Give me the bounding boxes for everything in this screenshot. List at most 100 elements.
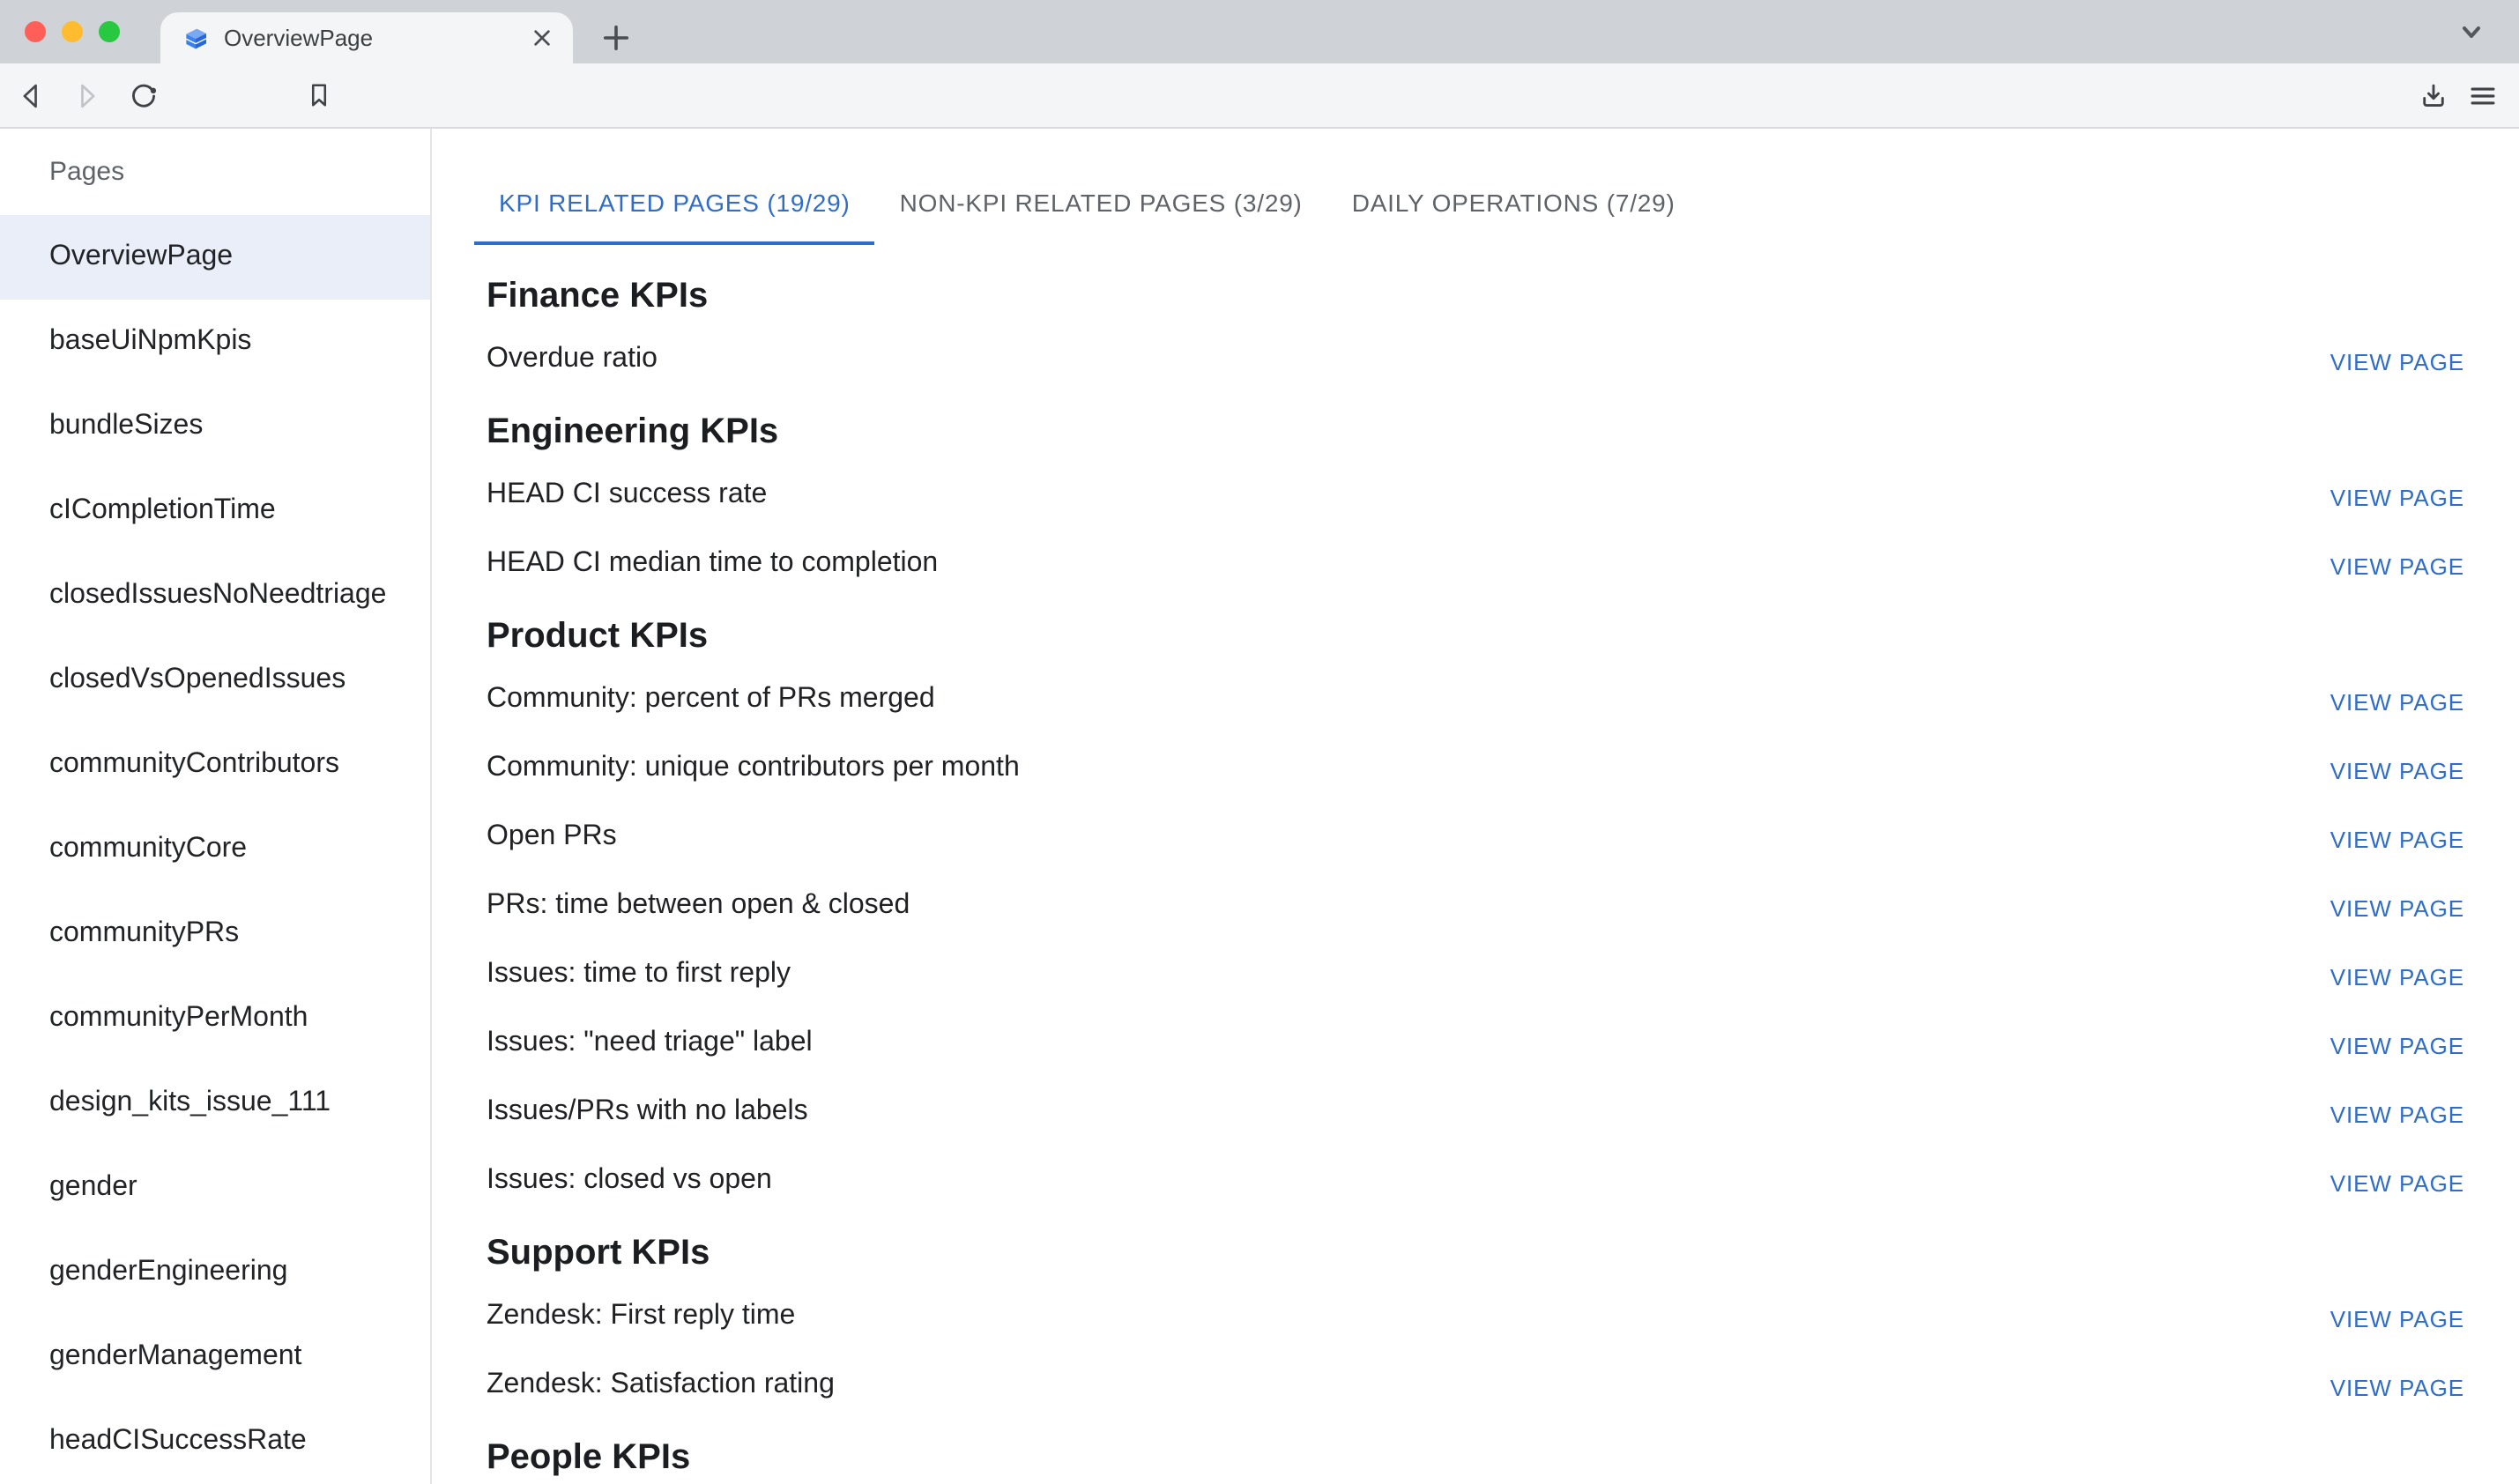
sidebar-item[interactable]: gender (0, 1146, 430, 1230)
sidebar-item[interactable]: communityCore (0, 807, 430, 892)
tab-strip: OverviewPage (0, 0, 2519, 63)
view-page-link[interactable]: VIEW PAGE (2330, 1102, 2464, 1128)
sidebar-item[interactable]: design_kits_issue_111 (0, 1061, 430, 1146)
view-page-link[interactable]: VIEW PAGE (2330, 553, 2464, 580)
browser-toolbar: tools-public.mui.com/prod/pages/Overview… (0, 63, 2519, 127)
view-page-link[interactable]: VIEW PAGE (2330, 1170, 2464, 1197)
section-heading: Support KPIs (487, 1228, 2464, 1278)
macos-zoom-button[interactable] (99, 20, 120, 41)
kpi-row: Community: percent of PRs merged VIEW PA… (487, 664, 2464, 733)
kpi-row: HEAD CI median time to completion VIEW P… (487, 529, 2464, 597)
kpi-row: Zendesk: First reply time VIEW PAGE (487, 1281, 2464, 1350)
kpi-label: HEAD CI success rate (487, 479, 767, 510)
kpi-label: Open PRs (487, 820, 617, 852)
view-page-link[interactable]: VIEW PAGE (2330, 964, 2464, 991)
sidebar-item-label: communityCore (49, 834, 247, 865)
sidebar-item[interactable]: closedIssuesNoNeedtriage (0, 553, 430, 638)
mui-logo-favicon-icon (182, 24, 210, 52)
sidebar-item[interactable]: bundleSizes (0, 384, 430, 469)
kpi-sections: Finance KPIs Overdue ratio VIEW PAGE Eng… (432, 245, 2519, 1482)
sidebar-header: Pages (0, 129, 430, 215)
sidebar-item[interactable]: cICompletionTime (0, 469, 430, 553)
reload-button[interactable] (123, 76, 162, 115)
tab-close-icon[interactable] (525, 22, 557, 54)
view-page-link[interactable]: VIEW PAGE (2330, 758, 2464, 784)
sidebar-item[interactable]: headCISuccessRate (0, 1399, 430, 1484)
sidebar-item-label: bundleSizes (49, 411, 203, 442)
sidebar-item-label: communityPerMonth (49, 1003, 308, 1035)
menu-icon[interactable] (2463, 76, 2501, 115)
kpi-label: HEAD CI median time to completion (487, 547, 938, 579)
sidebar-item[interactable]: closedVsOpenedIssues (0, 638, 430, 723)
sidebar-item-label: headCISuccessRate (49, 1426, 307, 1458)
kpi-label: Issues: closed vs open (487, 1164, 772, 1196)
tab-search-chevron-icon[interactable] (2454, 14, 2489, 49)
section-items: Overdue ratio VIEW PAGE (487, 324, 2464, 393)
kpi-row: Community: unique contributors per month… (487, 733, 2464, 802)
page-tab[interactable]: KPI RELATED PAGES (19/29) (474, 160, 875, 245)
view-page-link[interactable]: VIEW PAGE (2330, 689, 2464, 716)
downloads-icon[interactable] (2413, 76, 2452, 115)
view-page-link[interactable]: VIEW PAGE (2330, 1375, 2464, 1401)
kpi-row: Open PRs VIEW PAGE (487, 802, 2464, 871)
section-heading: Finance KPIs (487, 271, 2464, 321)
view-page-link[interactable]: VIEW PAGE (2330, 349, 2464, 375)
view-page-link[interactable]: VIEW PAGE (2330, 485, 2464, 511)
page-tab-label: NON-KPI RELATED PAGES (3/29) (900, 189, 1303, 217)
forward-button[interactable] (67, 76, 106, 115)
sidebar-item[interactable]: communityPerMonth (0, 976, 430, 1061)
page-content: Pages OverviewPage baseUiNpmKpis bundleSiz… (0, 127, 2519, 1484)
page-tab-label: KPI RELATED PAGES (19/29) (499, 189, 851, 217)
tab-title: OverviewPage (224, 25, 525, 51)
kpi-row: Issues: "need triage" label VIEW PAGE (487, 1008, 2464, 1077)
sidebar: Pages OverviewPage baseUiNpmKpis bundleSiz… (0, 129, 432, 1484)
bookmark-icon[interactable] (300, 76, 338, 115)
section-heading: People KPIs (487, 1433, 2464, 1482)
kpi-label: Community: unique contributors per month (487, 752, 1020, 783)
sidebar-item-label: genderEngineering (49, 1257, 287, 1288)
sidebar-item[interactable]: baseUiNpmKpis (0, 300, 430, 384)
section-items: Community: percent of PRs merged VIEW PA… (487, 664, 2464, 1214)
page-tab[interactable]: NON-KPI RELATED PAGES (3/29) (875, 160, 1327, 245)
sidebar-item-label: genderManagement (49, 1341, 301, 1373)
sidebar-item[interactable]: communityPRs (0, 892, 430, 976)
main-panel: KPI RELATED PAGES (19/29) NON-KPI RELATED… (432, 129, 2519, 1484)
kpi-row: PRs: time between open & closed VIEW PAG… (487, 871, 2464, 939)
sidebar-item-label: communityPRs (49, 918, 239, 950)
sidebar-item[interactable]: communityContributors (0, 723, 430, 807)
kpi-section: Finance KPIs Overdue ratio VIEW PAGE (487, 271, 2464, 393)
back-button[interactable] (11, 76, 49, 115)
kpi-label: Community: percent of PRs merged (487, 683, 935, 715)
sidebar-item[interactable]: genderManagement (0, 1315, 430, 1399)
macos-minimize-button[interactable] (62, 20, 83, 41)
kpi-section: Engineering KPIs HEAD CI success rate VI… (487, 407, 2464, 597)
sidebar-item[interactable]: genderEngineering (0, 1230, 430, 1315)
sidebar-item-label: design_kits_issue_111 (49, 1087, 331, 1119)
view-page-link[interactable]: VIEW PAGE (2330, 827, 2464, 853)
kpi-label: Zendesk: First reply time (487, 1300, 795, 1332)
view-page-link[interactable]: VIEW PAGE (2330, 1306, 2464, 1332)
kpi-section: People KPIs (487, 1433, 2464, 1482)
view-page-link[interactable]: VIEW PAGE (2330, 1033, 2464, 1059)
sidebar-item[interactable]: OverviewPage (0, 215, 430, 300)
kpi-label: PRs: time between open & closed (487, 889, 910, 921)
sidebar-item-label: baseUiNpmKpis (49, 326, 251, 358)
macos-close-button[interactable] (25, 20, 46, 41)
kpi-label: Overdue ratio (487, 343, 658, 375)
sidebar-item-label: communityContributors (49, 749, 339, 781)
browser-tab[interactable]: OverviewPage (160, 12, 573, 63)
kpi-section: Support KPIs Zendesk: First reply time V… (487, 1228, 2464, 1419)
page-tabs: KPI RELATED PAGES (19/29) NON-KPI RELATED… (474, 160, 2519, 245)
new-tab-button[interactable] (598, 19, 633, 55)
kpi-label: Zendesk: Satisfaction rating (487, 1369, 835, 1400)
sidebar-item-label: cICompletionTime (49, 495, 276, 527)
sidebar-item-label: OverviewPage (49, 241, 233, 273)
view-page-link[interactable]: VIEW PAGE (2330, 895, 2464, 922)
section-items: Zendesk: First reply time VIEW PAGE Zend… (487, 1281, 2464, 1419)
sidebar-item-label: closedVsOpenedIssues (49, 664, 346, 696)
section-heading: Engineering KPIs (487, 407, 2464, 456)
sidebar-item-label: gender (49, 1172, 137, 1204)
kpi-section: Product KPIs Community: percent of PRs m… (487, 612, 2464, 1214)
page-tab-label: DAILY OPERATIONS (7/29) (1352, 189, 1676, 217)
page-tab[interactable]: DAILY OPERATIONS (7/29) (1327, 160, 1700, 245)
